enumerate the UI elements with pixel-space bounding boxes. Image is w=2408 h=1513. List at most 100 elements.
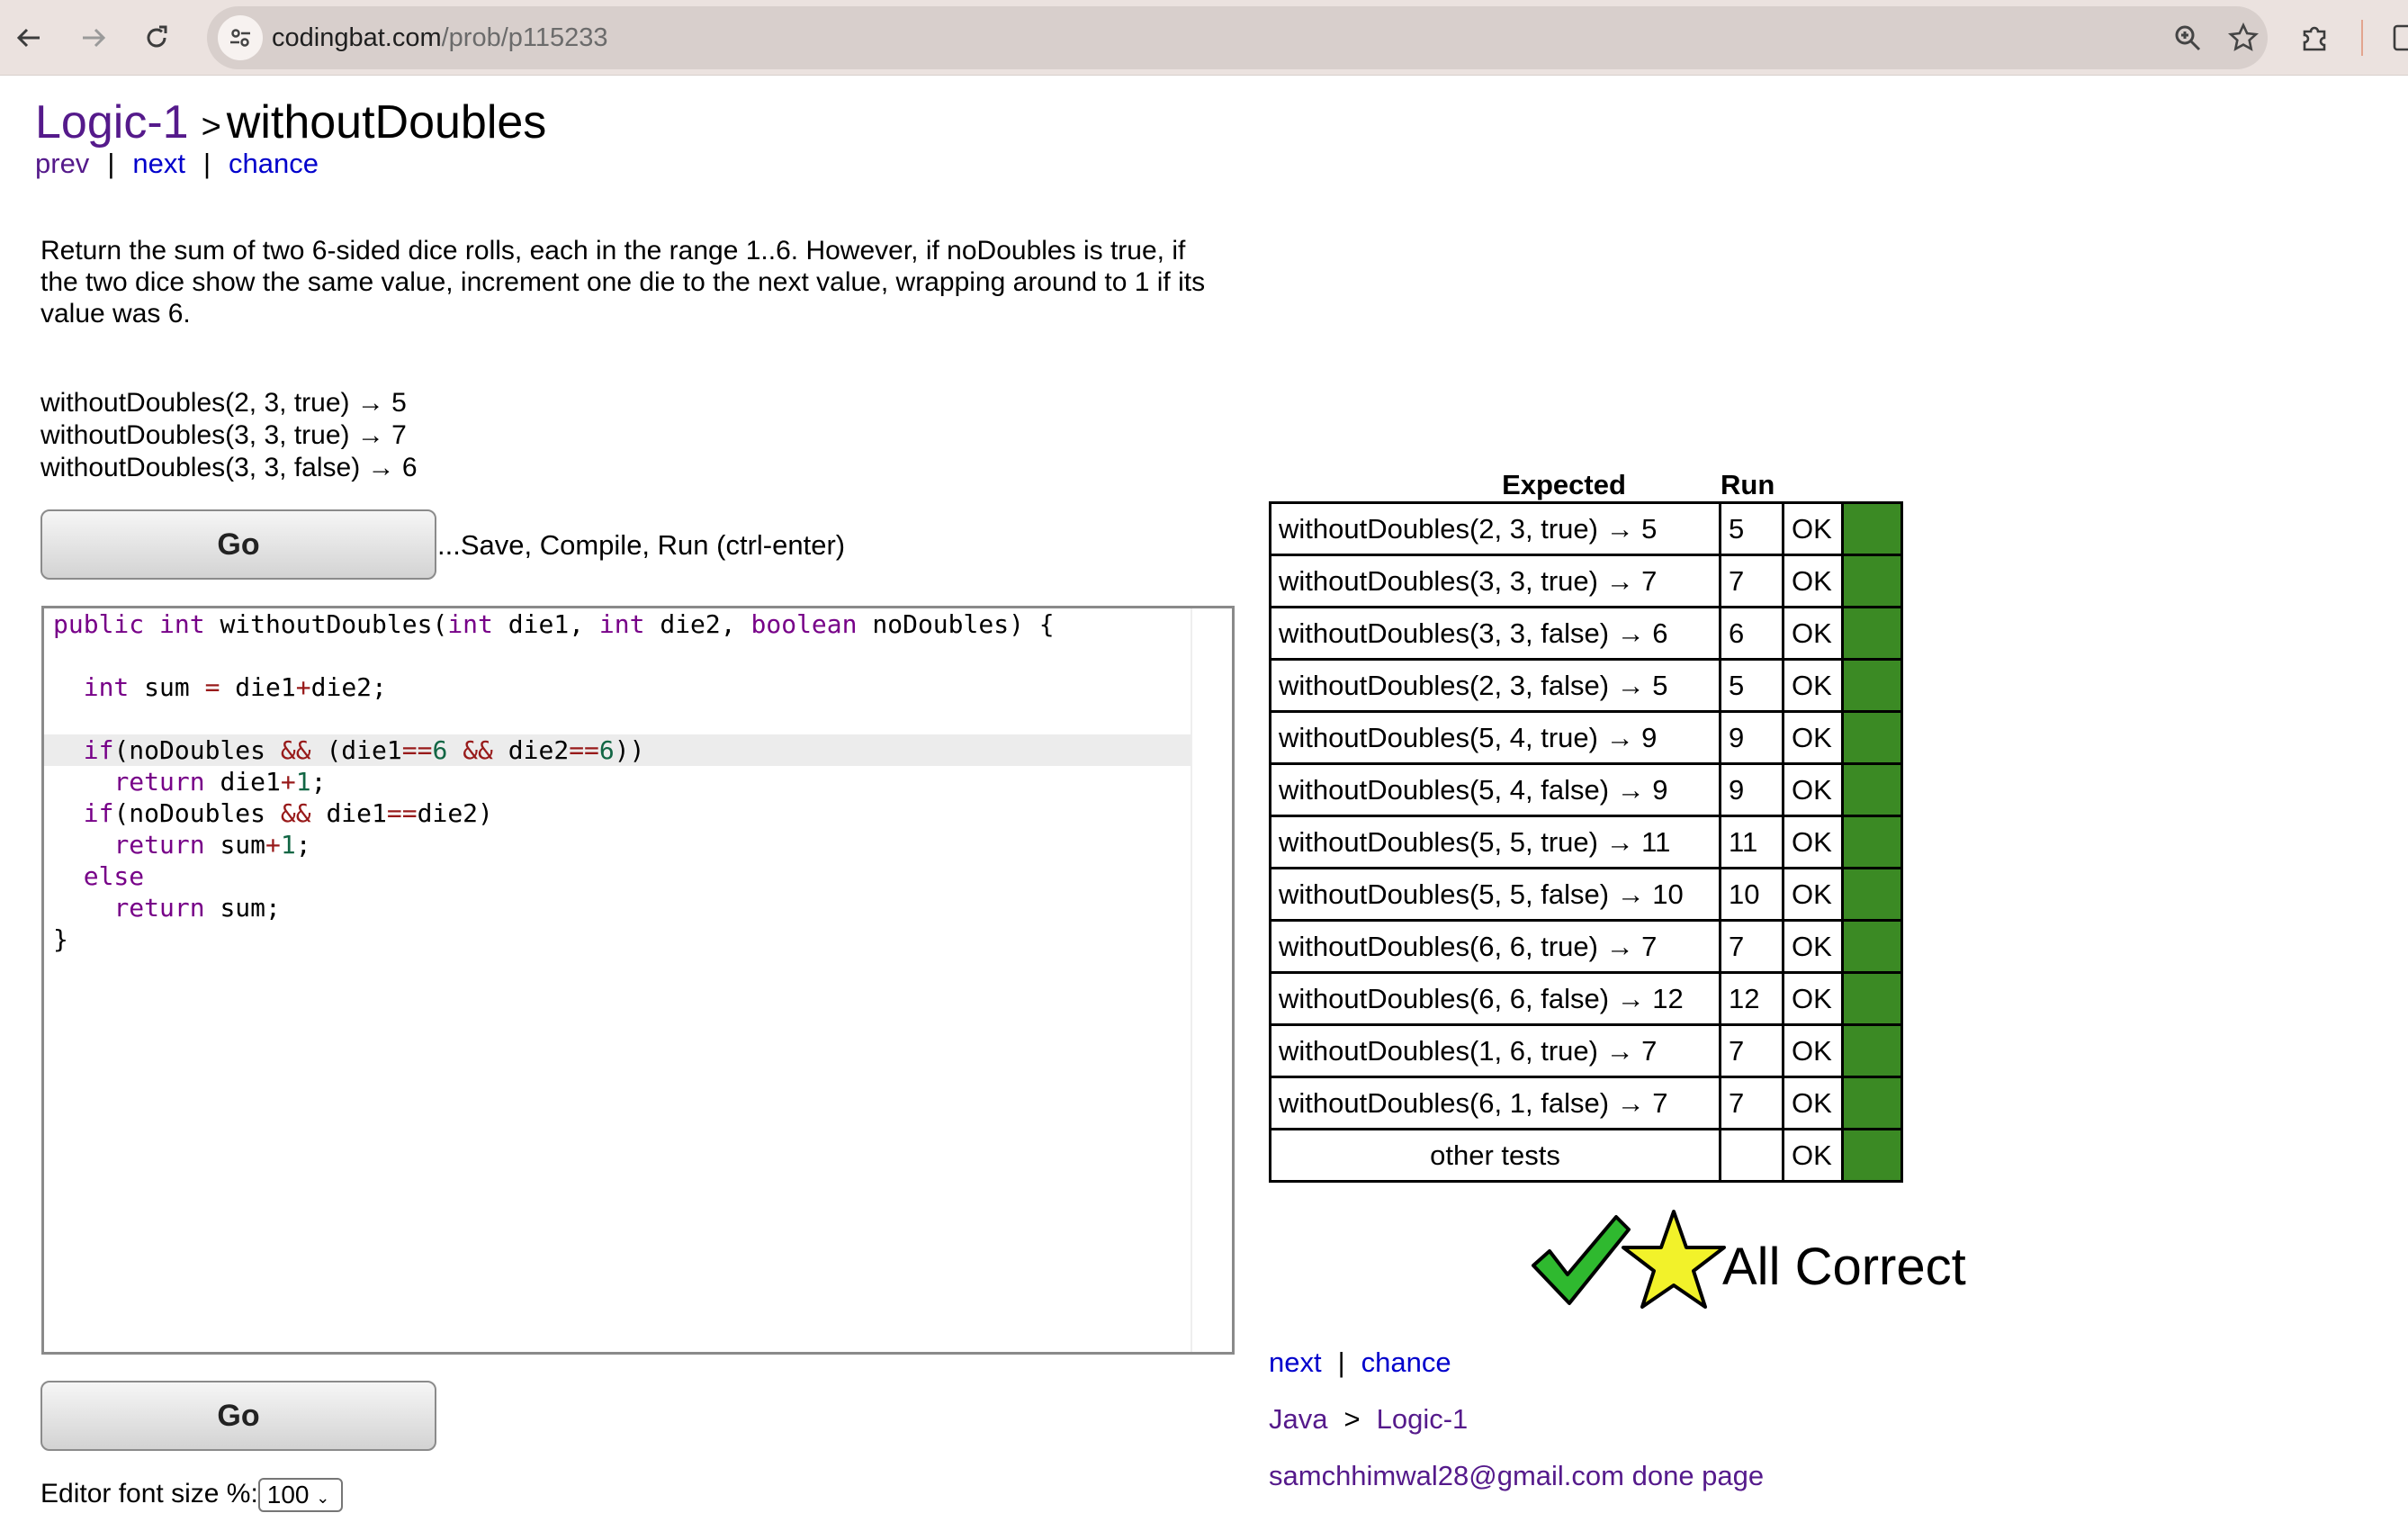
problem-description: Return the sum of two 6-sided dice rolls… (40, 236, 1206, 329)
pass-indicator (1841, 971, 1903, 1026)
url-text[interactable]: codingbat.com/prob/p115233 (272, 6, 608, 69)
status-cell: OK (1782, 1076, 1844, 1130)
expected-cell: withoutDoubles(2, 3, false) → 5 (1269, 658, 1721, 713)
zoom-icon[interactable] (2165, 15, 2210, 60)
pass-indicator (1841, 606, 1903, 661)
status-cell: OK (1782, 919, 1844, 974)
expected-cell: withoutDoubles(3, 3, true) → 7 (1269, 554, 1721, 608)
editor-scrollbar-track[interactable] (1191, 608, 1192, 1352)
done-page-link[interactable]: samchhimwal28@gmail.com done page (1269, 1460, 1764, 1491)
status-cell: OK (1782, 554, 1844, 608)
run-header: Run (1721, 469, 1775, 500)
pass-indicator (1841, 710, 1903, 765)
run-cell: 5 (1719, 658, 1784, 713)
go-button[interactable]: Go (40, 509, 436, 580)
status-cell: OK (1782, 1023, 1844, 1078)
pass-indicator (1841, 867, 1903, 922)
example-item: withoutDoubles(3, 3, true) → 7 (40, 420, 407, 450)
next-link[interactable]: next (1269, 1346, 1322, 1378)
expected-cell: other tests (1269, 1128, 1721, 1183)
status-cell: OK (1782, 1128, 1844, 1183)
status-cell: OK (1782, 867, 1844, 922)
status-cell: OK (1782, 501, 1844, 556)
run-cell: 7 (1719, 1023, 1784, 1078)
address-bar[interactable]: codingbat.com/prob/p115233 (207, 6, 2268, 69)
run-cell: 11 (1719, 815, 1784, 869)
forward-arrow-icon[interactable] (68, 13, 119, 63)
result-row: withoutDoubles(6, 6, false) → 12 12 OK (1269, 971, 1903, 1026)
result-row: withoutDoubles(3, 3, true) → 7 7 OK (1269, 554, 1903, 608)
font-size-value: 100 (266, 1481, 310, 1509)
result-row: withoutDoubles(3, 3, false) → 6 6 OK (1269, 606, 1903, 661)
browser-toolbar: codingbat.com/prob/p115233 (0, 0, 2408, 76)
font-size-select[interactable]: 100 ⌄ (257, 1478, 343, 1513)
pass-indicator (1841, 554, 1903, 608)
status-cell: OK (1782, 762, 1844, 817)
pass-indicator (1841, 501, 1903, 556)
result-row: other tests OK (1269, 1128, 1903, 1183)
pass-indicator (1841, 762, 1903, 817)
result-row: withoutDoubles(2, 3, false) → 5 5 OK (1269, 658, 1903, 713)
nav-separator: | (1337, 1346, 1345, 1378)
run-cell (1719, 1128, 1784, 1183)
font-size-label: Editor font size %: (40, 1479, 258, 1508)
result-row: withoutDoubles(5, 4, true) → 9 9 OK (1269, 710, 1903, 765)
expected-header: Expected (1502, 469, 1626, 500)
nav-separator: | (107, 148, 115, 179)
expected-cell: withoutDoubles(3, 3, false) → 6 (1269, 606, 1721, 661)
code-text[interactable]: public int withoutDoubles(int die1, int … (53, 608, 1055, 955)
back-arrow-icon[interactable] (4, 13, 54, 63)
result-row: withoutDoubles(5, 5, true) → 11 11 OK (1269, 815, 1903, 869)
expected-cell: withoutDoubles(6, 6, true) → 7 (1269, 919, 1721, 974)
breadcrumb-separator: > (1343, 1403, 1361, 1435)
status-cell: OK (1782, 658, 1844, 713)
toolbar-divider (2361, 20, 2363, 56)
code-editor[interactable]: public int withoutDoubles(int die1, int … (41, 606, 1235, 1355)
expected-cell: withoutDoubles(5, 5, false) → 10 (1269, 867, 1721, 922)
all-correct-banner: All Correct (1526, 1206, 1994, 1314)
pass-indicator (1841, 919, 1903, 974)
status-cell: OK (1782, 815, 1844, 869)
tune-icon[interactable] (218, 15, 263, 60)
go-hint: ...Save, Compile, Run (ctrl-enter) (437, 529, 846, 561)
next-link[interactable]: next (132, 148, 185, 179)
prev-link[interactable]: prev (35, 148, 89, 179)
example-item: withoutDoubles(2, 3, true) → 5 (40, 388, 407, 418)
pass-indicator (1841, 1023, 1903, 1078)
star-icon[interactable] (2221, 15, 2266, 60)
reload-icon[interactable] (131, 13, 182, 63)
side-panel-icon[interactable] (2379, 13, 2408, 63)
chance-link[interactable]: chance (229, 148, 319, 179)
expected-cell: withoutDoubles(1, 6, true) → 7 (1269, 1023, 1721, 1078)
status-cell: OK (1782, 971, 1844, 1026)
expected-cell: withoutDoubles(6, 6, false) → 12 (1269, 971, 1721, 1026)
expected-cell: withoutDoubles(5, 4, false) → 9 (1269, 762, 1721, 817)
chance-link[interactable]: chance (1361, 1346, 1451, 1378)
run-cell: 9 (1719, 710, 1784, 765)
chevron-down-icon: ⌄ (316, 1489, 330, 1508)
expected-cell: withoutDoubles(6, 1, false) → 7 (1269, 1076, 1721, 1130)
results-table: withoutDoubles(2, 3, true) → 5 5 OK without… (1269, 501, 1903, 1183)
result-row: withoutDoubles(2, 3, true) → 5 5 OK (1269, 501, 1903, 556)
run-cell: 12 (1719, 971, 1784, 1026)
result-row: withoutDoubles(6, 1, false) → 7 7 OK (1269, 1076, 1903, 1130)
java-link[interactable]: Java (1269, 1403, 1327, 1435)
star-icon (1622, 1210, 1726, 1309)
result-row: withoutDoubles(1, 6, true) → 7 7 OK (1269, 1023, 1903, 1078)
result-row: withoutDoubles(6, 6, true) → 7 7 OK (1269, 919, 1903, 974)
puzzle-icon[interactable] (2289, 13, 2340, 63)
section-breadcrumb: Java > Logic-1 (1269, 1401, 1468, 1437)
expected-cell: withoutDoubles(5, 4, true) → 9 (1269, 710, 1721, 765)
go-button-bottom[interactable]: Go (40, 1381, 436, 1451)
run-cell: 5 (1719, 501, 1784, 556)
breadcrumb-separator: > (201, 108, 221, 146)
section-link[interactable]: Logic-1 (35, 96, 189, 149)
expected-cell: withoutDoubles(5, 5, true) → 11 (1269, 815, 1721, 869)
nav-separator: | (202, 148, 211, 179)
result-row: withoutDoubles(5, 4, false) → 9 9 OK (1269, 762, 1903, 817)
logic1-link[interactable]: Logic-1 (1377, 1403, 1469, 1435)
result-nav: next | chance (1269, 1345, 1451, 1381)
run-cell: 9 (1719, 762, 1784, 817)
examples-list: withoutDoubles(2, 3, true) → 5 withoutDo… (40, 387, 418, 484)
run-cell: 6 (1719, 606, 1784, 661)
